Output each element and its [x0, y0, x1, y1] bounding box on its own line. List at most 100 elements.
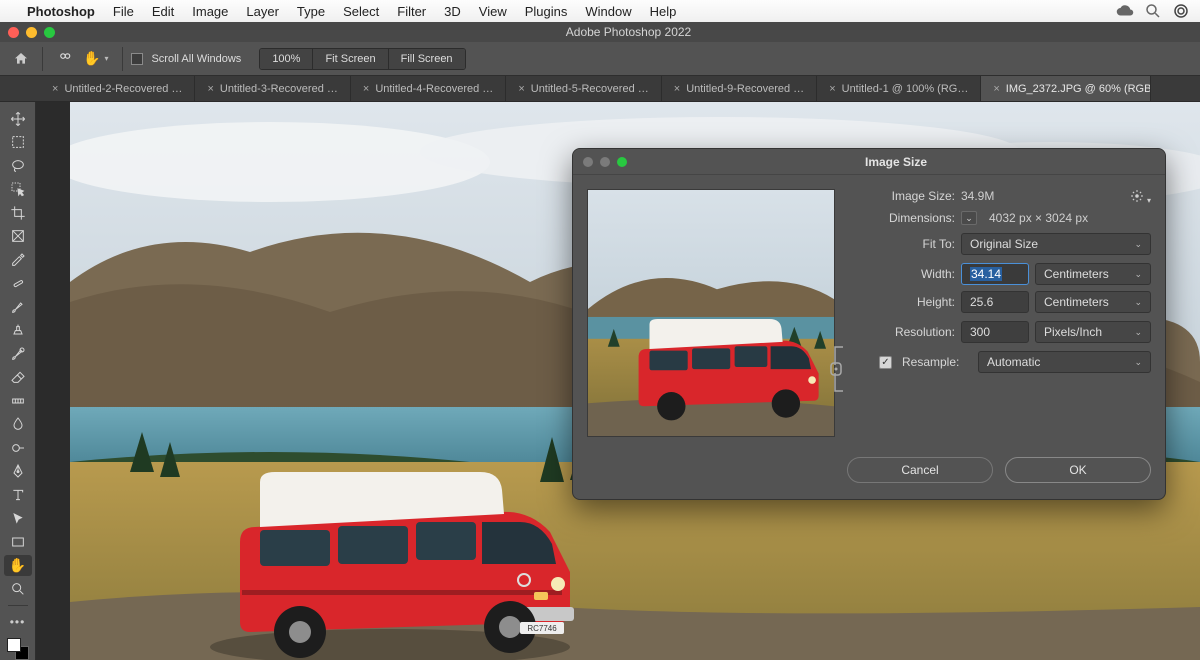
window-close-button[interactable] — [8, 27, 19, 38]
width-input[interactable]: 34.14 — [961, 263, 1029, 285]
document-tab-label: Untitled-9-Recovered … — [686, 83, 804, 95]
height-label: Height: — [851, 295, 955, 309]
rectangle-tool-icon[interactable] — [4, 531, 32, 553]
dimensions-unit-dropdown[interactable]: ⌄ — [961, 211, 977, 225]
object-selection-tool-icon[interactable] — [4, 179, 32, 201]
clone-stamp-tool-icon[interactable] — [4, 320, 32, 342]
move-tool-icon[interactable] — [4, 108, 32, 130]
brush-tool-icon[interactable] — [4, 296, 32, 318]
image-size-label: Image Size: — [851, 189, 955, 203]
dodge-tool-icon[interactable] — [4, 437, 32, 459]
blur-tool-icon[interactable] — [4, 414, 32, 436]
resolution-unit-select[interactable]: Pixels/Inch⌄ — [1035, 321, 1151, 343]
menu-file[interactable]: File — [104, 4, 143, 19]
tool-preset-picker[interactable]: ✋ ▾ — [51, 48, 114, 70]
app-window: Adobe Photoshop 2022 ✋ ▾ Scroll All Wind… — [0, 22, 1200, 660]
resample-label: Resample: — [902, 355, 972, 369]
marquee-tool-icon[interactable] — [4, 132, 32, 154]
dialog-close-button[interactable] — [583, 157, 593, 167]
crop-tool-icon[interactable] — [4, 202, 32, 224]
constrain-proportions-icon[interactable] — [829, 345, 847, 393]
ok-button[interactable]: OK — [1005, 457, 1151, 483]
eyedropper-tool-icon[interactable] — [4, 249, 32, 271]
menu-image[interactable]: Image — [183, 4, 237, 19]
document-tab[interactable]: × Untitled-9-Recovered … — [662, 76, 817, 101]
dialog-titlebar[interactable]: Image Size — [573, 149, 1165, 175]
window-zoom-button[interactable] — [44, 27, 55, 38]
app-menu[interactable]: Photoshop — [18, 4, 104, 19]
menu-view[interactable]: View — [470, 4, 516, 19]
fill-screen-button[interactable]: Fill Screen — [388, 49, 465, 69]
document-tab[interactable]: ×Untitled-2-Recovered … — [40, 76, 195, 101]
resample-method-select[interactable]: Automatic⌄ — [978, 351, 1151, 373]
hand-tool-icon[interactable]: ✋ — [4, 555, 32, 577]
menu-help[interactable]: Help — [641, 4, 686, 19]
window-minimize-button[interactable] — [26, 27, 37, 38]
edit-toolbar-icon[interactable]: ••• — [4, 611, 32, 633]
cancel-button[interactable]: Cancel — [847, 457, 993, 483]
foreground-background-swatches[interactable] — [7, 638, 29, 660]
frame-tool-icon[interactable] — [4, 226, 32, 248]
eraser-tool-icon[interactable] — [4, 367, 32, 389]
gradient-tool-icon[interactable] — [4, 390, 32, 412]
menu-edit[interactable]: Edit — [143, 4, 183, 19]
options-bar: ✋ ▾ Scroll All Windows 100% Fit Screen F… — [0, 42, 1200, 76]
width-unit-select[interactable]: Centimeters⌄ — [1035, 263, 1151, 285]
type-tool-icon[interactable] — [4, 484, 32, 506]
close-tab-icon[interactable]: × — [829, 83, 835, 95]
menu-3d[interactable]: 3D — [435, 4, 470, 19]
fit-to-value: Original Size — [970, 237, 1038, 251]
height-unit-value: Centimeters — [1044, 295, 1109, 309]
resample-value: Automatic — [987, 355, 1040, 369]
close-tab-icon[interactable]: × — [674, 83, 680, 95]
healing-brush-tool-icon[interactable] — [4, 273, 32, 295]
fit-to-select[interactable]: Original Size⌄ — [961, 233, 1151, 255]
resolution-label: Resolution: — [851, 325, 955, 339]
menu-layer[interactable]: Layer — [237, 4, 288, 19]
document-tab[interactable]: × Untitled-1 @ 100% (RG… — [817, 76, 981, 101]
scroll-all-windows-label: Scroll All Windows — [151, 53, 241, 65]
lasso-tool-icon[interactable] — [4, 155, 32, 177]
spotlight-search-icon[interactable] — [1144, 2, 1162, 20]
height-input[interactable]: 25.6 — [961, 291, 1029, 313]
close-tab-icon[interactable]: × — [52, 83, 58, 95]
menu-type[interactable]: Type — [288, 4, 334, 19]
menu-plugins[interactable]: Plugins — [516, 4, 577, 19]
home-button[interactable] — [8, 47, 34, 71]
pen-tool-icon[interactable] — [4, 461, 32, 483]
creative-cloud-icon[interactable] — [1172, 2, 1190, 20]
close-tab-icon[interactable]: × — [993, 83, 999, 95]
path-selection-tool-icon[interactable] — [4, 508, 32, 530]
width-value: 34.14 — [970, 267, 1002, 281]
document-tab-bar: ×Untitled-2-Recovered … ×Untitled-3-Reco… — [0, 76, 1200, 102]
history-brush-tool-icon[interactable] — [4, 343, 32, 365]
menu-select[interactable]: Select — [334, 4, 388, 19]
image-size-dialog: Image Size — [572, 148, 1166, 500]
document-tab[interactable]: ×Untitled-5-Recovered … — [506, 76, 661, 101]
zoom-tool-icon[interactable] — [4, 578, 32, 600]
fit-screen-button[interactable]: Fit Screen — [312, 49, 387, 69]
document-tab[interactable]: ×Untitled-3-Recovered … — [195, 76, 350, 101]
close-tab-icon[interactable]: × — [518, 83, 524, 95]
document-tab[interactable]: × IMG_2372.JPG @ 60% (RGB/8*) — [981, 76, 1151, 101]
macos-menubar: Photoshop File Edit Image Layer Type Sel… — [0, 0, 1200, 22]
dialog-settings-icon[interactable]: ▾ — [1130, 189, 1151, 206]
close-tab-icon[interactable]: × — [207, 83, 213, 95]
document-tab-label: Untitled-1 @ 100% (RG… — [842, 83, 969, 95]
zoom-100-button[interactable]: 100% — [260, 49, 312, 69]
close-tab-icon[interactable]: × — [363, 83, 369, 95]
dialog-title: Image Size — [637, 155, 1155, 169]
document-tab-label: IMG_2372.JPG @ 60% (RGB/8*) — [1006, 83, 1152, 95]
cloud-sync-icon[interactable] — [1116, 2, 1134, 20]
width-unit-value: Centimeters — [1044, 267, 1109, 281]
fit-to-label: Fit To: — [851, 237, 955, 251]
document-tab[interactable]: ×Untitled-4-Recovered … — [351, 76, 506, 101]
dialog-zoom-button[interactable] — [617, 157, 627, 167]
height-value: 25.6 — [970, 295, 993, 309]
menu-filter[interactable]: Filter — [388, 4, 435, 19]
scroll-all-windows-checkbox[interactable] — [131, 53, 143, 65]
resample-checkbox[interactable]: ✓ — [879, 356, 892, 369]
height-unit-select[interactable]: Centimeters⌄ — [1035, 291, 1151, 313]
resolution-input[interactable]: 300 — [961, 321, 1029, 343]
menu-window[interactable]: Window — [576, 4, 640, 19]
